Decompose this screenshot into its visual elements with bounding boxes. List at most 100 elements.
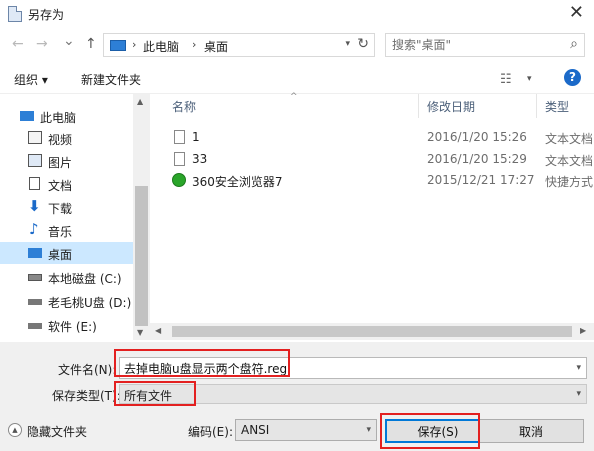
- computer-icon: [20, 111, 34, 121]
- file-name: 360安全浏览器7: [192, 175, 283, 189]
- scroll-right-icon[interactable]: ▶: [580, 326, 586, 335]
- sidebar-item-label: 视频: [48, 133, 73, 147]
- desktop-icon: [28, 248, 42, 258]
- title-bar: 另存为 ✕: [0, 0, 594, 28]
- search-input[interactable]: [392, 37, 552, 53]
- sidebar-item-label: 此电脑: [40, 111, 77, 125]
- filetype-label: 保存类型(T):: [52, 389, 121, 403]
- file-row[interactable]: 360安全浏览器7 2015/12/21 17:27 快捷方式: [150, 170, 594, 190]
- navigation-pane: 此电脑 视频 图片 文档 ⬇ 下载 ♪ 音乐 桌面 本地磁盘 (C:) 老毛桃U…: [0, 94, 150, 340]
- save-form: 文件名(N): ▾ 保存类型(T): 所有文件 ▾: [0, 342, 594, 409]
- sidebar-item-label: 文档: [48, 179, 73, 193]
- text-file-icon: [174, 130, 185, 144]
- scroll-up-icon[interactable]: ▲: [137, 97, 143, 106]
- sidebar-item-pictures[interactable]: 图片: [0, 150, 133, 172]
- file-type: 文本文档: [545, 154, 594, 168]
- music-icon: ♪: [29, 220, 39, 238]
- address-bar[interactable]: › 此电脑 › 桌面 ▾ ↻: [103, 33, 375, 57]
- sidebar-item-label: 桌面: [48, 248, 73, 262]
- sidebar-item-videos[interactable]: 视频: [0, 127, 133, 149]
- sidebar-item-label: 下载: [48, 202, 73, 216]
- breadcrumb-desktop[interactable]: 桌面: [204, 38, 228, 55]
- encoding-value: ANSI: [241, 423, 270, 437]
- scroll-left-icon[interactable]: ◀: [155, 326, 161, 335]
- encoding-label: 编码(E):: [188, 425, 233, 439]
- drive-icon: [28, 323, 42, 329]
- file-type: 文本文档: [545, 132, 594, 146]
- chevron-down-icon[interactable]: ▾: [527, 74, 532, 84]
- address-row: ← → ⌄ ↑ › 此电脑 › 桌面 ▾ ↻ ⌕: [0, 28, 594, 64]
- sidebar-item-music[interactable]: ♪ 音乐: [0, 219, 133, 241]
- file-name: 1: [192, 130, 200, 144]
- column-header-date[interactable]: 修改日期: [427, 98, 475, 115]
- column-header-type[interactable]: 类型: [545, 98, 569, 115]
- recent-locations-icon[interactable]: ⌄: [63, 33, 75, 49]
- close-icon[interactable]: ✕: [569, 2, 584, 23]
- drive-icon: [28, 274, 42, 281]
- dialog-footer: ▲ 隐藏文件夹 编码(E): ANSI ▾ 保存(S) 取消: [0, 409, 594, 451]
- highlight-box: [380, 413, 480, 449]
- horizontal-scrollbar[interactable]: ◀ ▶: [150, 323, 594, 340]
- browser-shortcut-icon: [172, 173, 186, 187]
- column-divider[interactable]: [418, 94, 419, 118]
- usb-drive-icon: [28, 299, 42, 305]
- command-toolbar: 组织 ▾ 新建文件夹 ☷ ▾ ?: [0, 64, 594, 94]
- sidebar-item-drive-c[interactable]: 本地磁盘 (C:): [0, 266, 133, 288]
- download-icon: ⬇: [28, 197, 41, 215]
- forward-arrow-icon[interactable]: →: [36, 36, 48, 52]
- breadcrumb-this-pc[interactable]: 此电脑: [143, 38, 179, 55]
- filename-label: 文件名(N):: [58, 363, 117, 377]
- file-type: 快捷方式: [545, 175, 594, 189]
- sort-ascending-icon: ^: [290, 92, 298, 102]
- highlight-box: [114, 381, 196, 406]
- sidebar-item-label: 音乐: [48, 225, 73, 239]
- sidebar-item-drive-d[interactable]: 老毛桃U盘 (D:): [0, 290, 133, 312]
- scrollbar-thumb[interactable]: [135, 186, 148, 326]
- sidebar-item-label: 软件 (E:): [48, 320, 97, 334]
- scroll-down-icon[interactable]: ▼: [137, 328, 143, 337]
- refresh-icon[interactable]: ↻: [357, 36, 369, 52]
- back-arrow-icon[interactable]: ←: [12, 36, 24, 52]
- chevron-down-icon[interactable]: ▾: [345, 39, 350, 49]
- sidebar-item-label: 老毛桃U盘 (D:): [48, 296, 132, 310]
- cancel-button[interactable]: 取消: [478, 419, 584, 443]
- sidebar-item-desktop[interactable]: 桌面: [0, 242, 133, 264]
- chevron-down-icon[interactable]: ▾: [576, 363, 581, 373]
- file-name: 33: [192, 152, 208, 166]
- file-list: ^ 名称 修改日期 类型 1 2016/1/20 15:26 文本文档 33 2…: [150, 92, 594, 344]
- chevron-down-icon[interactable]: ▾: [576, 389, 581, 399]
- encoding-select[interactable]: ANSI ▾: [235, 419, 377, 441]
- breadcrumb-separator: ›: [192, 38, 197, 51]
- column-divider[interactable]: [536, 94, 537, 118]
- file-date: 2015/12/21 17:27: [427, 173, 535, 187]
- new-folder-button[interactable]: 新建文件夹: [81, 71, 141, 88]
- organize-button[interactable]: 组织 ▾: [14, 71, 48, 88]
- sidebar-item-label: 图片: [48, 156, 73, 170]
- sidebar-item-drive-e[interactable]: 软件 (E:): [0, 314, 133, 336]
- highlight-box: [114, 349, 290, 377]
- documents-icon: [29, 177, 40, 190]
- chevron-down-icon[interactable]: ▾: [366, 425, 371, 435]
- sidebar-item-documents[interactable]: 文档: [0, 173, 133, 195]
- column-header-name[interactable]: 名称: [172, 98, 196, 115]
- search-icon[interactable]: ⌕: [570, 36, 578, 52]
- view-options-icon[interactable]: ☷: [500, 72, 512, 87]
- sidebar-item-label: 本地磁盘 (C:): [48, 272, 122, 286]
- sidebar-scrollbar[interactable]: ▲ ▼: [133, 94, 150, 340]
- sidebar-item-this-pc[interactable]: 此电脑: [0, 105, 133, 127]
- up-arrow-icon[interactable]: ↑: [85, 36, 97, 52]
- breadcrumb-separator: ›: [132, 38, 137, 51]
- file-row[interactable]: 1 2016/1/20 15:26 文本文档: [150, 127, 594, 147]
- computer-icon: [110, 40, 126, 51]
- file-row[interactable]: 33 2016/1/20 15:29 文本文档: [150, 149, 594, 169]
- help-icon[interactable]: ?: [564, 69, 581, 86]
- scrollbar-thumb[interactable]: [172, 326, 572, 337]
- window-title: 另存为: [28, 8, 65, 22]
- text-file-icon: [174, 152, 185, 166]
- hide-folders-toggle[interactable]: 隐藏文件夹: [27, 423, 87, 440]
- video-icon: [28, 131, 42, 144]
- search-box[interactable]: ⌕: [385, 33, 585, 57]
- collapse-icon[interactable]: ▲: [8, 423, 22, 437]
- pictures-icon: [28, 154, 42, 167]
- sidebar-item-downloads[interactable]: ⬇ 下载: [0, 196, 133, 218]
